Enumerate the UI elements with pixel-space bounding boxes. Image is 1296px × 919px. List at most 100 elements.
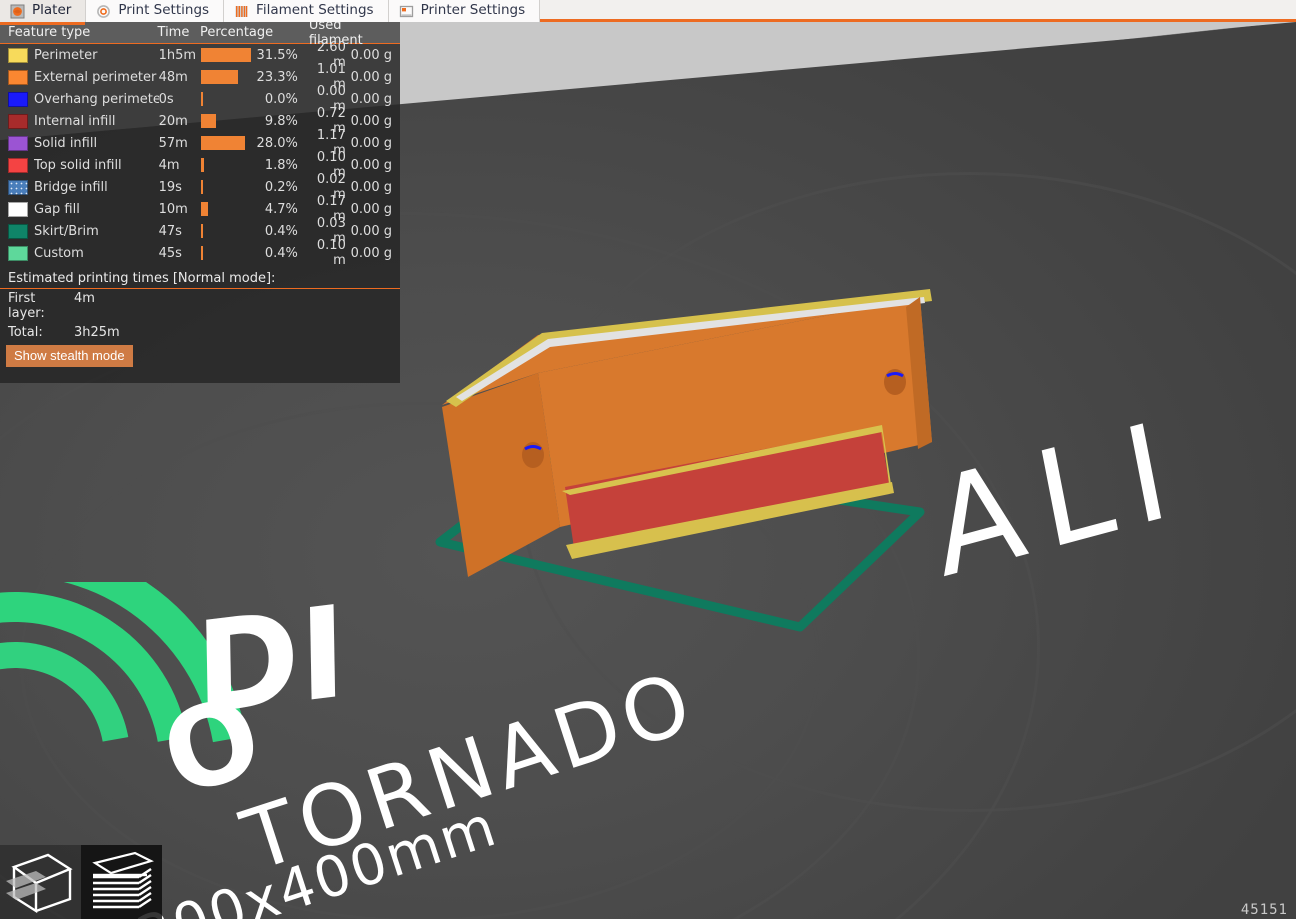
feature-color-swatch [8,69,28,85]
feature-filament-weight: 0.00 g [350,113,392,129]
total-time-value: 3h25m [74,325,120,340]
feature-name: Custom [34,245,84,261]
feature-color-swatch [8,91,28,107]
feature-time: 1h5m [158,47,197,63]
feature-time: 0s [158,91,174,107]
tab-filament-settings-label: Filament Settings [256,2,374,19]
feature-filament-weight: 0.00 g [350,135,392,151]
feature-percentage: 31.5% [256,47,298,63]
percentage-bar [200,202,209,216]
legend-row[interactable]: Custom 45s 0.4% 0.10 m 0.00 g [0,238,400,268]
view-mode-toggles [0,845,162,919]
feature-color-swatch [8,223,28,239]
slicer-window: Plater Print Settings Filament Settings … [0,0,1296,919]
percentage-bar-cell [200,136,256,150]
feature-name: Bridge infill [34,179,108,195]
first-layer-label: First layer: [8,291,45,321]
feature-filament-weight: 0.00 g [350,47,392,63]
column-header-feature-type: Feature type [8,25,91,40]
tab-printer-settings[interactable]: Printer Settings [388,0,541,22]
feature-color-swatch [8,245,28,261]
total-time-row: Total: 3h25m [0,323,400,342]
feature-name: External perimeter [34,69,157,85]
percentage-bar [200,114,217,128]
gear-icon [96,4,111,19]
coordinate-readout: 45151 [1240,902,1288,918]
feature-percentage: 0.4% [264,223,298,239]
feature-color-swatch [8,113,28,129]
main-tab-bar: Plater Print Settings Filament Settings … [0,0,1296,25]
feature-color-swatch [8,179,28,195]
percentage-bar-cell [200,224,256,238]
printer-icon [399,4,414,19]
feature-time: 20m [158,113,188,129]
sliced-object[interactable] [420,277,960,657]
feature-time: 4m [158,157,180,173]
feature-name: Internal infill [34,113,116,129]
feature-filament-weight: 0.00 g [350,69,392,85]
feature-percentage: 0.2% [264,179,298,195]
feature-percentage: 4.7% [264,201,298,217]
show-stealth-mode-button[interactable]: Show stealth mode [6,345,133,367]
feature-color-swatch [8,201,28,217]
feature-filament-weight: 0.00 g [350,245,392,261]
feature-time: 19s [158,179,182,195]
feature-color-swatch [8,157,28,173]
feature-percentage: 28.0% [256,135,298,151]
tab-print-settings[interactable]: Print Settings [86,0,225,22]
tab-printer-settings-label: Printer Settings [420,2,526,19]
percentage-bar [200,48,251,62]
feature-name: Top solid infill [34,157,122,173]
feature-legend-panel: Feature type Time Percentage Used filame… [0,18,400,383]
feature-filament-length: 0.10 m [316,238,346,268]
first-layer-row: First layer: 4m [0,289,400,323]
feature-time: 10m [158,201,188,217]
percentage-bar [200,246,203,260]
feature-percentage: 9.8% [264,113,298,129]
tab-print-settings-label: Print Settings [118,2,210,19]
percentage-bar-cell [200,246,256,260]
percentage-bar [200,180,203,194]
percentage-bar [200,224,203,238]
percentage-bar-cell [200,180,256,194]
first-layer-value: 4m [74,291,95,306]
percentage-bar [200,92,203,106]
percentage-bar [200,70,238,84]
feature-filament-weight: 0.00 g [350,201,392,217]
feature-filament-weight: 0.00 g [350,91,392,107]
feature-time: 48m [158,69,188,85]
legend-rows: Perimeter 1h5m 31.5% 2.60 m 0.00 g External p… [0,40,400,268]
tab-plater-label: Plater [32,2,72,19]
tab-plater[interactable]: Plater [0,0,87,25]
percentage-bar-cell [200,158,256,172]
percentage-bar [200,158,204,172]
feature-filament-weight: 0.00 g [350,179,392,195]
feature-percentage: 0.0% [264,91,298,107]
percentage-bar-cell [200,92,256,106]
feature-percentage: 23.3% [256,69,298,85]
percentage-bar-cell [200,114,256,128]
feature-filament-weight: 0.00 g [350,157,392,173]
feature-name: Skirt/Brim [34,223,99,239]
feature-time: 57m [158,135,188,151]
cube-icon [6,853,73,914]
3d-editor-view-button[interactable] [0,845,81,919]
column-header-percentage: Percentage [200,25,274,40]
feature-color-swatch [8,47,28,63]
feature-percentage: 1.8% [264,157,298,173]
preview-view-button[interactable] [81,845,162,919]
column-header-time: Time [157,25,190,40]
estimated-times-title: Estimated printing times [Normal mode]: [0,267,400,289]
feature-name: Solid infill [34,135,98,151]
feature-name: Overhang perimeter [34,91,159,107]
percentage-bar [200,136,246,150]
feature-name: Perimeter [34,47,98,63]
filament-spool-icon [234,4,249,19]
percentage-bar-cell [200,48,256,62]
total-time-label: Total: [8,325,43,340]
feature-color-swatch [8,135,28,151]
feature-filament-weight: 0.00 g [350,223,392,239]
feature-percentage: 0.4% [264,245,298,261]
tab-filament-settings[interactable]: Filament Settings [224,0,389,22]
plater-object-icon [10,4,25,19]
